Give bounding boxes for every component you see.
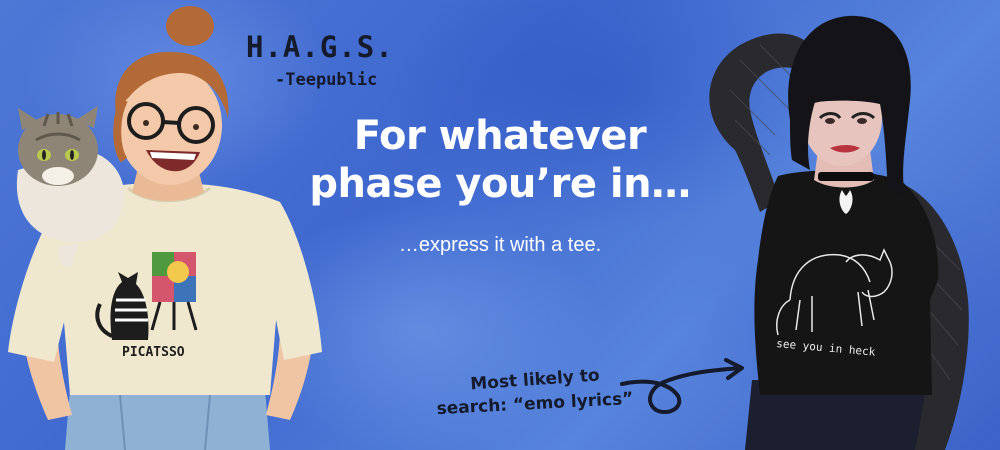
brand-subtitle: -Teepublic <box>275 70 378 90</box>
promo-banner[interactable]: PICATSSO see you in heck H.A.G.S. -Teepu… <box>0 0 1000 450</box>
hero-headline-line1: For whatever <box>353 113 647 159</box>
right-model-figure <box>709 15 969 450</box>
brand-title: H.A.G.S. <box>246 30 394 64</box>
handwritten-note: Most likely to search: “emo lyrics” <box>430 366 640 420</box>
hero-headline: For whatever phase you’re in… <box>250 112 750 208</box>
left-tee-print-text: PICATSSO <box>122 345 185 360</box>
hero-headline-line2: phase you’re in… <box>309 161 691 207</box>
hero-subline: …express it with a tee. <box>398 234 602 256</box>
